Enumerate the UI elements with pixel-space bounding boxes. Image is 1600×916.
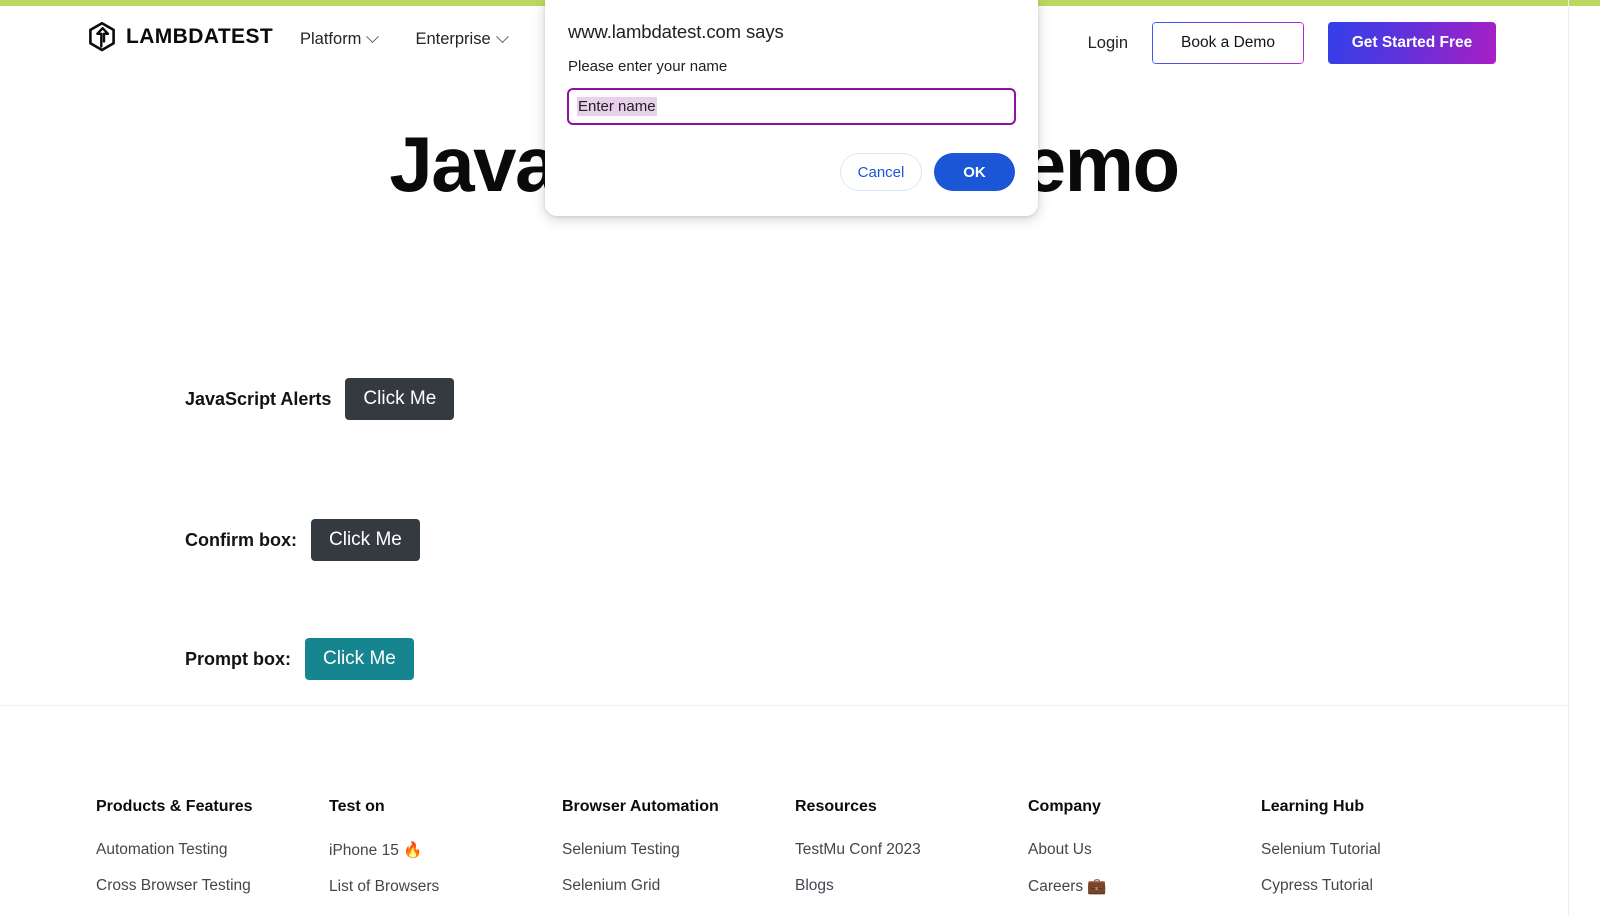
logo-wordmark: LAMBDATEST	[126, 25, 274, 48]
dialog-name-input[interactable]	[567, 88, 1016, 125]
book-a-demo-button[interactable]: Book a Demo	[1152, 22, 1304, 64]
nav-item-enterprise[interactable]: Enterprise	[415, 30, 509, 49]
javascript-prompt-dialog: www.lambdatest.com says Please enter you…	[545, 0, 1038, 216]
confirm-box-click-me-button[interactable]: Click Me	[311, 519, 420, 561]
footer-column-heading: Resources	[795, 798, 877, 815]
footer-link[interactable]: Careers 💼	[1028, 877, 1261, 896]
nav-item-label: Enterprise	[415, 30, 491, 48]
login-link[interactable]: Login	[1088, 34, 1128, 53]
dialog-message: Please enter your name	[568, 58, 728, 75]
footer-column-heading: Test on	[329, 798, 385, 815]
browser-page: LAMBDATEST Platform Enterprise P Login B…	[0, 0, 1600, 916]
footer-column-resources: Resources TestMu Conf 2023 Blogs	[795, 798, 1028, 914]
footer-columns: Products & Features Automation Testing C…	[96, 798, 1494, 914]
footer-link[interactable]: Blogs	[795, 877, 1028, 895]
confirm-box-row: Confirm box: Click Me	[185, 519, 420, 561]
javascript-alerts-label: JavaScript Alerts	[185, 388, 332, 409]
primary-navigation: Platform Enterprise P	[300, 30, 574, 49]
prompt-box-click-me-button[interactable]: Click Me	[305, 638, 414, 680]
viewport-right-edge	[1568, 0, 1569, 916]
footer-column-learning-hub: Learning Hub Selenium Tutorial Cypress T…	[1261, 798, 1494, 914]
site-footer: Products & Features Automation Testing C…	[0, 706, 1568, 916]
dialog-ok-button[interactable]: OK	[934, 153, 1015, 191]
footer-link[interactable]: List of Browsers	[329, 878, 562, 896]
lambdatest-hexagon-logo-icon	[89, 22, 115, 52]
nav-item-label: Platform	[300, 30, 362, 48]
get-started-free-label: Get Started Free	[1351, 34, 1473, 51]
footer-column-heading: Learning Hub	[1261, 798, 1365, 815]
dialog-origin-title: www.lambdatest.com says	[568, 21, 784, 42]
footer-link[interactable]: Selenium Testing	[562, 841, 795, 859]
footer-link[interactable]: TestMu Conf 2023	[795, 841, 1028, 859]
chevron-down-icon	[366, 30, 380, 44]
chevron-down-icon	[495, 30, 509, 44]
footer-column-products-features: Products & Features Automation Testing C…	[96, 798, 329, 914]
footer-link[interactable]: Cross Browser Testing	[96, 877, 329, 895]
footer-column-heading: Company	[1028, 798, 1101, 815]
footer-link[interactable]: Selenium Tutorial	[1261, 841, 1494, 859]
get-started-free-button[interactable]: Get Started Free	[1328, 22, 1496, 64]
prompt-box-label: Prompt box:	[185, 648, 291, 669]
footer-link[interactable]: Selenium Grid	[562, 877, 795, 895]
footer-column-browser-automation: Browser Automation Selenium Testing Sele…	[562, 798, 795, 914]
footer-column-heading: Products & Features	[96, 798, 253, 815]
javascript-alerts-click-me-button[interactable]: Click Me	[345, 378, 455, 420]
footer-column-test-on: Test on iPhone 15 🔥 List of Browsers	[329, 798, 562, 914]
dialog-button-row: Cancel OK	[840, 153, 1015, 191]
footer-link[interactable]: Automation Testing	[96, 841, 329, 859]
footer-link[interactable]: Cypress Tutorial	[1261, 877, 1494, 895]
footer-column-company: Company About Us Careers 💼	[1028, 798, 1261, 914]
javascript-alerts-row: JavaScript Alerts Click Me	[185, 378, 455, 420]
footer-link[interactable]: iPhone 15 🔥	[329, 841, 562, 860]
header-actions: Login Book a Demo Get Started Free	[1088, 22, 1496, 64]
dialog-cancel-button[interactable]: Cancel	[840, 153, 922, 191]
footer-link[interactable]: About Us	[1028, 841, 1261, 859]
prompt-box-row: Prompt box: Click Me	[185, 638, 414, 680]
footer-column-heading: Browser Automation	[562, 798, 719, 815]
confirm-box-label: Confirm box:	[185, 529, 297, 550]
book-a-demo-label: Book a Demo	[1181, 34, 1275, 51]
nav-item-platform[interactable]: Platform	[300, 30, 380, 49]
lambdatest-logo[interactable]: LAMBDATEST	[88, 22, 273, 52]
